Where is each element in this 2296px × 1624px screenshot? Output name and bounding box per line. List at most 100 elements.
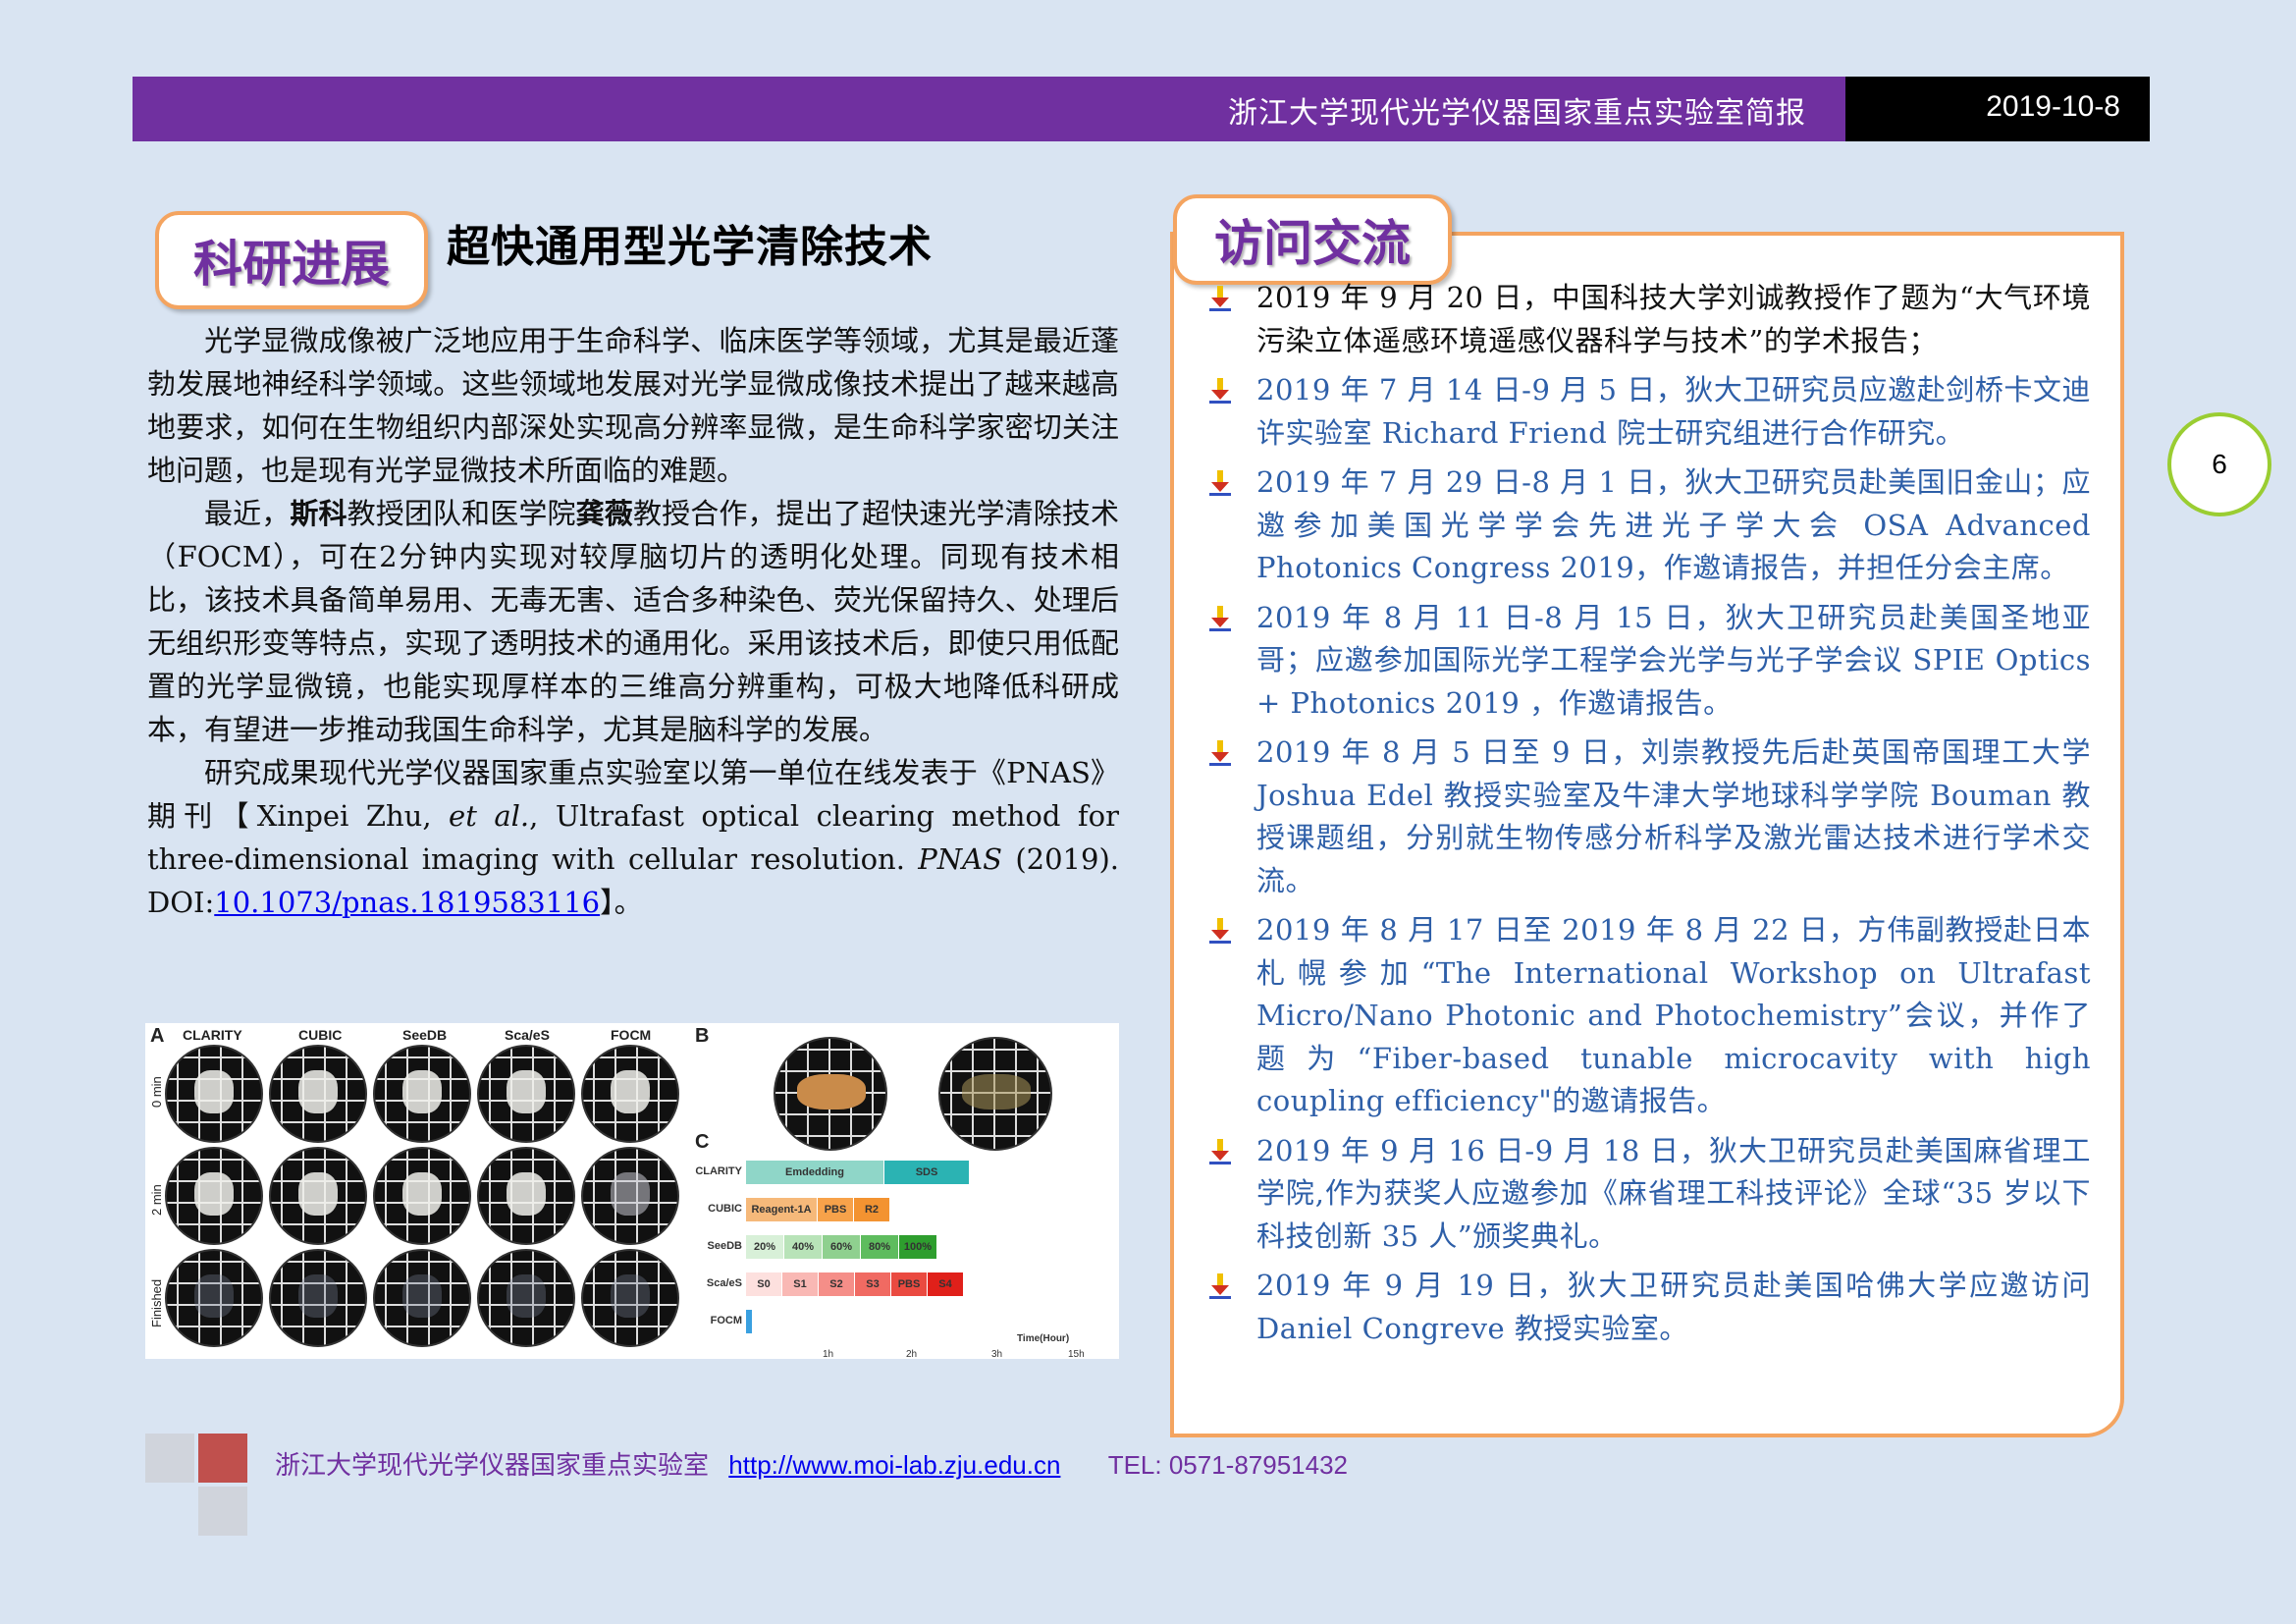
sample-dish — [269, 1045, 367, 1143]
timeline-bar-segment: 100% — [899, 1235, 936, 1259]
x-axis-label: Time(Hour) — [1017, 1333, 1070, 1344]
list-item-text: 2019 年 8 月 5 日至 9 日，刘崇教授先后赴英国帝国理工大学 Josh… — [1256, 735, 2091, 897]
sample-dish — [269, 1249, 367, 1347]
footer-decor-square — [198, 1487, 247, 1536]
doi-link[interactable]: 10.1073/pnas.1819583116 — [214, 886, 600, 919]
footer-org: 浙江大学现代光学仪器国家重点实验室 — [275, 1451, 710, 1481]
arrow-bullet-icon — [1205, 1271, 1235, 1300]
timeline-bar-segment: 80% — [861, 1235, 898, 1259]
research-figure: A B C CLARITY CUBIC SeeDB Sca/eS FOCM 0 … — [145, 1023, 1119, 1360]
visit-list: 2019 年 9 月 20 日，中国科技大学刘诚教授作了题为“大气环境污染立体遥… — [1205, 277, 2091, 1357]
list-item-text: 2019 年 7 月 14 日-9 月 5 日，狄大卫研究员应邀赴剑桥卡文迪许实… — [1256, 373, 2091, 450]
sample-dish — [165, 1249, 263, 1347]
timeline-bar-segment: SDS — [884, 1161, 969, 1184]
arrow-bullet-icon — [1205, 915, 1235, 945]
text-run: 教授团队和医学院 — [347, 497, 576, 530]
article-body: 光学显微成像被广泛地应用于生命科学、临床医学等领域，尤其是最近蓬勃发展地神经科学… — [147, 319, 1119, 924]
list-item: 2019 年 8 月 17 日至 2019 年 8 月 22 日，方伟副教授赴日… — [1205, 909, 2091, 1123]
x-tick-label: 1h — [823, 1349, 834, 1360]
arrow-bullet-icon — [1205, 283, 1235, 312]
timeline-bar-segment: PBS — [818, 1198, 853, 1221]
list-item: 2019 年 7 月 29 日-8 月 1 日，狄大卫研究员赴美国旧金山；应邀参… — [1205, 461, 2091, 590]
sample-dish — [165, 1045, 263, 1143]
arrow-bullet-icon — [1205, 603, 1235, 632]
text-run: 教授合作，提出了超快速光学清除技术（FOCM），可在2分钟内实现对较厚脑切片的透… — [147, 497, 1119, 746]
journal-name: PNAS — [918, 842, 1002, 876]
timeline-row-label: CLARITY — [695, 1165, 742, 1177]
x-tick-label: 3h — [991, 1349, 1003, 1360]
timeline-bar-segment: 60% — [823, 1235, 860, 1259]
list-item: 2019 年 9 月 20 日，中国科技大学刘诚教授作了题为“大气环境污染立体遥… — [1205, 277, 2091, 362]
timeline-row-label: SeeDB — [707, 1240, 742, 1252]
timeline-bar-segment: Reagent-1A — [746, 1198, 817, 1221]
list-item: 2019 年 9 月 16 日-9 月 18 日，狄大卫研究员赴美国麻省理工学院… — [1205, 1130, 2091, 1259]
list-item-text: 2019 年 8 月 17 日至 2019 年 8 月 22 日，方伟副教授赴日… — [1256, 913, 2091, 1117]
section-tab-exchange: 访问交流 — [1173, 194, 1452, 285]
list-item: 2019 年 8 月 11 日-8 月 15 日，狄大卫研究员赴美国圣地亚哥；应… — [1205, 597, 2091, 726]
list-item: 2019 年 8 月 5 日至 9 日，刘崇教授先后赴英国帝国理工大学 Josh… — [1205, 731, 2091, 902]
sample-dish — [269, 1147, 367, 1245]
column-label: SeeDB — [402, 1027, 448, 1043]
list-item-text: 2019 年 9 月 19 日，狄大卫研究员赴美国哈佛大学应邀访问 Daniel… — [1256, 1269, 2091, 1345]
sample-dish — [373, 1147, 471, 1245]
sample-dish — [373, 1045, 471, 1143]
article-paragraph-3: 研究成果现代光学仪器国家重点实验室以第一单位在线发表于《PNAS》期刊【Xinp… — [147, 751, 1119, 924]
column-label: Sca/eS — [505, 1027, 550, 1043]
sample-dish — [581, 1249, 679, 1347]
timeline-bar-segment: S2 — [819, 1272, 854, 1296]
timeline-row-label: FOCM — [710, 1315, 742, 1326]
header-purple-band: 浙江大学现代光学仪器国家重点实验室简报 — [133, 77, 1845, 141]
column-label: CUBIC — [298, 1027, 343, 1043]
text-run: et al. — [449, 799, 530, 833]
timeline-bar-segment: R2 — [854, 1198, 889, 1221]
person-name: 斯科 — [290, 497, 347, 530]
arrow-bullet-icon — [1205, 737, 1235, 767]
sample-dish — [477, 1147, 575, 1245]
brain-slice-after — [938, 1037, 1052, 1151]
timeline-bar-segment: Emdedding — [746, 1161, 883, 1184]
timeline-row-label: CUBIC — [708, 1203, 742, 1215]
person-name: 龚薇 — [575, 497, 633, 530]
x-tick-label: 15h — [1068, 1349, 1085, 1360]
panel-b-label: B — [695, 1025, 710, 1047]
list-item: 2019 年 7 月 14 日-9 月 5 日，狄大卫研究员应邀赴剑桥卡文迪许实… — [1205, 369, 2091, 455]
timeline-bar-segment: S0 — [746, 1272, 781, 1296]
list-item-text: 2019 年 8 月 11 日-8 月 15 日，狄大卫研究员赴美国圣地亚哥；应… — [1256, 600, 2091, 720]
footer: 浙江大学现代光学仪器国家重点实验室 http://www.moi-lab.zju… — [275, 1445, 1348, 1482]
article-title: 超快通用型光学清除技术 — [447, 222, 933, 272]
newsletter-title: 浙江大学现代光学仪器国家重点实验室简报 — [1228, 96, 1806, 131]
panel-c-label: C — [695, 1131, 710, 1153]
list-item-text: 2019 年 9 月 20 日，中国科技大学刘诚教授作了题为“大气环境污染立体遥… — [1256, 281, 2091, 357]
timeline-bar-segment: S4 — [928, 1272, 963, 1296]
sample-dish — [477, 1249, 575, 1347]
footer-decor-square — [198, 1434, 247, 1483]
footer-tel: TEL: 0571-87951432 — [1107, 1450, 1349, 1480]
sample-dish — [373, 1249, 471, 1347]
x-tick-label: 2h — [906, 1349, 918, 1360]
sample-dish — [165, 1147, 263, 1245]
text-run: 】。 — [600, 886, 643, 919]
list-item-text: 2019 年 7 月 29 日-8 月 1 日，狄大卫研究员赴美国旧金山；应邀参… — [1256, 465, 2091, 584]
timeline-row-label: Sca/eS — [706, 1277, 742, 1289]
footer-decor-square — [145, 1434, 194, 1483]
article-paragraph-1: 光学显微成像被广泛地应用于生命科学、临床医学等领域，尤其是最近蓬勃发展地神经科学… — [147, 324, 1119, 487]
sample-dish — [581, 1147, 679, 1245]
timeline-bar-segment — [746, 1310, 752, 1333]
footer-url-link[interactable]: http://www.moi-lab.zju.edu.cn — [728, 1450, 1060, 1480]
section-tab-research: 科研进展 — [155, 211, 428, 309]
sample-dish — [477, 1045, 575, 1143]
page-number: 6 — [2167, 412, 2271, 516]
timeline-bar-segment: S1 — [782, 1272, 818, 1296]
timeline-bar-segment: 20% — [746, 1235, 783, 1259]
arrow-bullet-icon — [1205, 375, 1235, 405]
timeline-bar-segment: 40% — [784, 1235, 822, 1259]
text-run: 最近， — [204, 497, 291, 530]
column-label: CLARITY — [183, 1027, 242, 1043]
header-date-band: 2019-10-8 — [1845, 77, 2150, 141]
newsletter-date: 2019-10-8 — [1986, 90, 2120, 123]
arrow-bullet-icon — [1205, 467, 1235, 497]
row-label: Finished — [149, 1278, 164, 1327]
row-label: 0 min — [149, 1076, 164, 1108]
list-item: 2019 年 9 月 19 日，狄大卫研究员赴美国哈佛大学应邀访问 Daniel… — [1205, 1265, 2091, 1350]
row-label: 2 min — [149, 1184, 164, 1216]
